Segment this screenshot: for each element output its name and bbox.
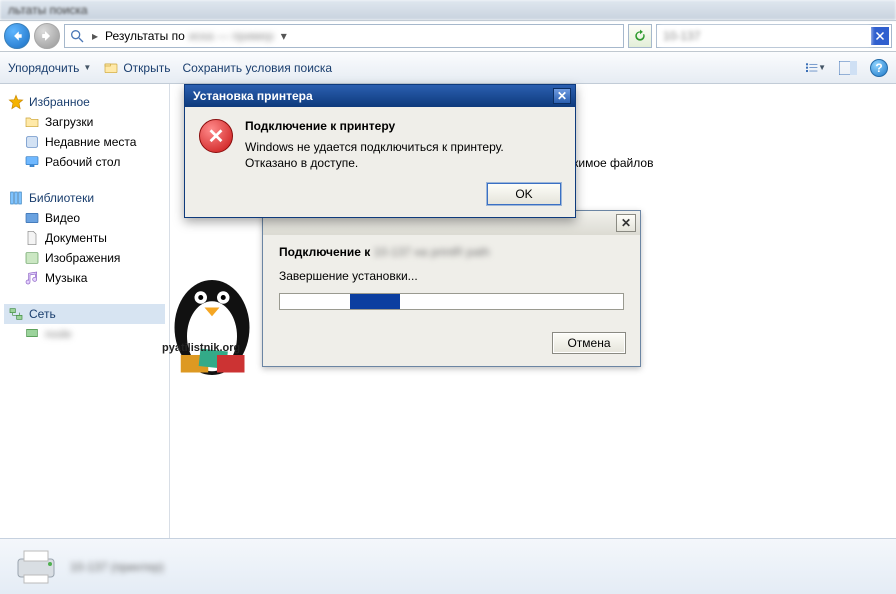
error-close-button[interactable]: ✕ xyxy=(553,88,571,104)
sidebar-item-label: Документы xyxy=(45,231,107,245)
list-icon xyxy=(806,61,818,75)
open-label: Открыть xyxy=(123,61,170,75)
nav-bar: ▸ Результаты по иска — пример ▾ xyxy=(0,20,896,52)
save-search-label: Сохранить условия поиска xyxy=(182,61,332,75)
pane-icon xyxy=(839,61,857,75)
site-logo-icon xyxy=(162,252,262,382)
install-progress-dialog: ✕ Подключение к 10-137 на printR path За… xyxy=(262,210,641,367)
arrow-left-icon xyxy=(10,29,24,43)
open-button[interactable]: Открыть xyxy=(103,60,170,76)
details-text: 10-137 (принтер) xyxy=(70,560,164,574)
error-icon: ✕ xyxy=(199,119,233,153)
x-icon xyxy=(874,30,886,42)
progress-bar xyxy=(279,293,624,310)
site-logo-text: pyatilistnik.org xyxy=(162,342,240,354)
error-dialog: Установка принтера ✕ ✕ Подключение к при… xyxy=(184,84,576,218)
sidebar-item-music[interactable]: Музыка xyxy=(4,268,165,288)
search-go-button[interactable] xyxy=(871,27,889,45)
arrange-button[interactable]: Упорядочить▼ xyxy=(8,61,91,75)
network-label: Сеть xyxy=(29,307,56,321)
error-line1: Windows не удается подключиться к принте… xyxy=(245,139,504,155)
sidebar-item-label: Рабочий стол xyxy=(45,155,120,169)
workspace: Избранное Загрузки Недавние места Рабочи… xyxy=(0,84,896,538)
music-icon xyxy=(24,270,40,286)
progress-heading-target: 10-137 на printR path xyxy=(374,245,490,259)
sidebar-item-desktop[interactable]: Рабочий стол xyxy=(4,152,165,172)
video-icon xyxy=(24,210,40,226)
progress-chunk xyxy=(350,294,400,309)
error-titlebar[interactable]: Установка принтера ✕ xyxy=(185,85,575,107)
breadcrumb-rest: иска — пример xyxy=(189,29,274,43)
breadcrumb[interactable]: ▸ Результаты по иска — пример ▾ xyxy=(64,24,624,48)
close-icon: ✕ xyxy=(621,216,631,230)
sidebar-item-label: Изображения xyxy=(45,251,120,265)
command-toolbar: Упорядочить▼ Открыть Сохранить условия п… xyxy=(0,52,896,84)
progress-close-button[interactable]: ✕ xyxy=(616,214,636,232)
preview-pane-button[interactable] xyxy=(838,58,858,78)
sidebar-item-video[interactable]: Видео xyxy=(4,208,165,228)
sidebar-item-downloads[interactable]: Загрузки xyxy=(4,112,165,132)
refresh-button[interactable] xyxy=(628,24,652,48)
sidebar-item-label: Недавние места xyxy=(45,135,136,149)
library-icon xyxy=(8,190,24,206)
sidebar: Избранное Загрузки Недавние места Рабочи… xyxy=(0,84,170,538)
sidebar-libraries-head[interactable]: Библиотеки xyxy=(4,188,165,208)
search-scope-icon xyxy=(69,28,85,44)
save-search-button[interactable]: Сохранить условия поиска xyxy=(182,61,332,75)
sidebar-item-recent[interactable]: Недавние места xyxy=(4,132,165,152)
arrange-label: Упорядочить xyxy=(8,61,79,75)
computer-icon xyxy=(24,326,40,342)
star-icon xyxy=(8,94,24,110)
window-title: льтаты поиска xyxy=(8,3,88,17)
content-area: Пов держимое файлов pyatilistnik.org ✕ П… xyxy=(170,84,896,538)
arrow-right-icon xyxy=(40,29,54,43)
sidebar-favorites-head[interactable]: Избранное xyxy=(4,92,165,112)
search-input[interactable] xyxy=(659,26,871,46)
close-icon: ✕ xyxy=(557,89,567,103)
help-button[interactable]: ? xyxy=(870,59,888,77)
sidebar-item-label: Видео xyxy=(45,211,80,225)
progress-heading: Подключение к xyxy=(279,245,370,259)
sidebar-network-head[interactable]: Сеть xyxy=(4,304,165,324)
details-pane: 10-137 (принтер) xyxy=(0,538,896,594)
open-icon xyxy=(103,60,119,76)
details-printer-icon xyxy=(14,547,58,587)
sidebar-item-network-node[interactable]: node xyxy=(4,324,165,344)
refresh-icon xyxy=(633,29,647,43)
desktop-icon xyxy=(24,154,40,170)
folder-icon xyxy=(24,114,40,130)
nav-back-button[interactable] xyxy=(4,23,30,49)
error-line2: Отказано в доступе. xyxy=(245,155,504,171)
sidebar-item-images[interactable]: Изображения xyxy=(4,248,165,268)
image-icon xyxy=(24,250,40,266)
cancel-button[interactable]: Отмена xyxy=(552,332,626,354)
sidebar-item-label: Музыка xyxy=(45,271,87,285)
error-title: Установка принтера xyxy=(193,89,553,103)
libraries-label: Библиотеки xyxy=(29,191,94,205)
error-heading: Подключение к принтеру xyxy=(245,119,504,133)
recent-icon xyxy=(24,134,40,150)
view-icons-button[interactable]: ▼ xyxy=(806,58,826,78)
sidebar-item-label: node xyxy=(45,327,72,341)
search-box[interactable] xyxy=(656,24,892,48)
progress-status: Завершение установки... xyxy=(279,269,624,283)
favorites-label: Избранное xyxy=(29,95,90,109)
sidebar-item-label: Загрузки xyxy=(45,115,93,129)
window-titlebar: льтаты поиска xyxy=(0,0,896,20)
help-icon: ? xyxy=(875,61,882,75)
breadcrumb-label: Результаты по xyxy=(105,29,185,43)
network-icon xyxy=(8,306,24,322)
document-icon xyxy=(24,230,40,246)
ok-label: OK xyxy=(515,187,532,201)
nav-forward-button[interactable] xyxy=(34,23,60,49)
sidebar-item-documents[interactable]: Документы xyxy=(4,228,165,248)
cancel-label: Отмена xyxy=(567,336,610,350)
ok-button[interactable]: OK xyxy=(487,183,561,205)
